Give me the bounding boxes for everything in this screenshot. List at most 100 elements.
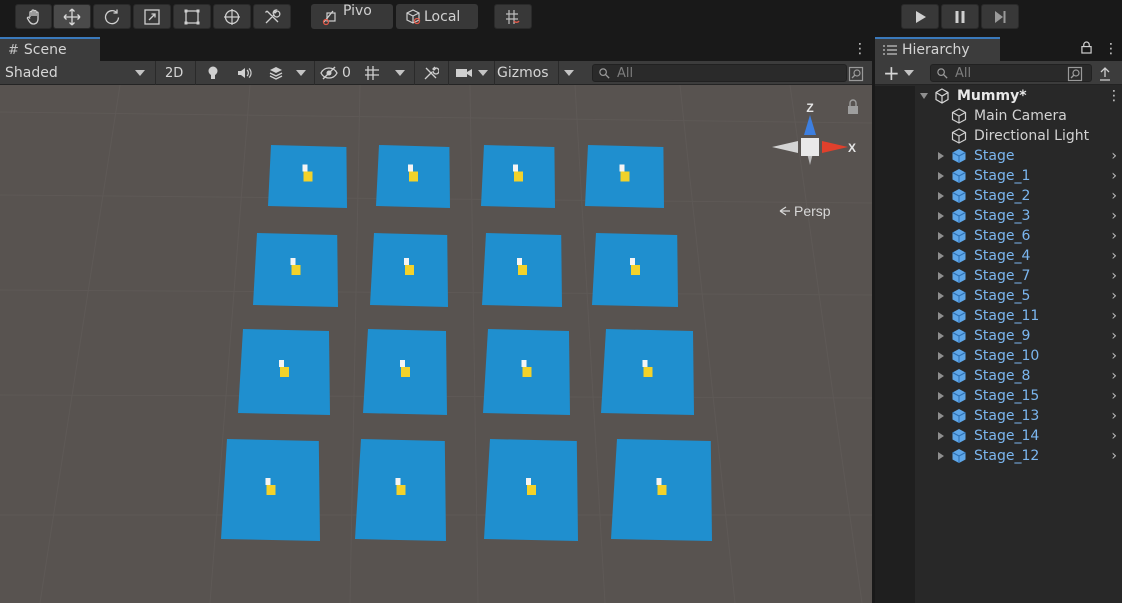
chevron-right-icon[interactable]: ›: [1111, 248, 1117, 264]
hierarchy-menu-icon[interactable]: ⋮: [1104, 42, 1118, 56]
mummy-figure[interactable]: [620, 171, 630, 182]
center-cube[interactable]: [801, 138, 819, 156]
mummy-figure[interactable]: [631, 265, 640, 275]
chevron-right-icon[interactable]: ›: [1111, 308, 1117, 324]
chevron-right-icon[interactable]: ›: [1111, 368, 1117, 384]
play-button[interactable]: [901, 4, 939, 29]
scene-viewport[interactable]: Z X Persp: [0, 85, 872, 603]
hierarchy-item[interactable]: Stage_8 ›: [875, 366, 1122, 386]
chevron-right-icon[interactable]: ›: [1111, 388, 1117, 404]
search-options-button[interactable]: [1067, 64, 1085, 84]
chevron-right-icon[interactable]: ›: [1111, 148, 1117, 164]
mummy-figure[interactable]: [291, 265, 301, 275]
mummy-figure[interactable]: [522, 367, 532, 377]
pivot-toggle[interactable]: Pivo: [311, 3, 393, 29]
fold-arrow-icon[interactable]: [938, 232, 944, 240]
chevron-right-icon[interactable]: ›: [1111, 208, 1117, 224]
scene-visibility-filter-button[interactable]: [1097, 64, 1115, 84]
hierarchy-item[interactable]: Stage_5 ›: [875, 286, 1122, 306]
projection-label[interactable]: Persp: [794, 203, 831, 219]
chevron-right-icon[interactable]: ›: [1111, 268, 1117, 284]
hierarchy-item[interactable]: Stage_3 ›: [875, 206, 1122, 226]
rect-tool-button[interactable]: [173, 4, 211, 29]
pause-button[interactable]: [941, 4, 979, 29]
hierarchy-item[interactable]: Stage_6 ›: [875, 226, 1122, 246]
fold-arrow-icon[interactable]: [920, 93, 928, 99]
hierarchy-item[interactable]: Stage_10 ›: [875, 346, 1122, 366]
camera-dropdown[interactable]: [455, 63, 491, 83]
fold-arrow-icon[interactable]: [938, 152, 944, 160]
effects-dropdown[interactable]: [296, 63, 308, 83]
lighting-toggle[interactable]: [205, 63, 223, 83]
fold-arrow-icon[interactable]: [938, 312, 944, 320]
chevron-right-icon[interactable]: ›: [1111, 328, 1117, 344]
fold-arrow-icon[interactable]: [938, 372, 944, 380]
grid-toggle[interactable]: [363, 63, 383, 83]
gizmos-dropdown[interactable]: [564, 63, 576, 83]
tools-toggle[interactable]: [423, 63, 441, 83]
hierarchy-item[interactable]: Stage_2 ›: [875, 186, 1122, 206]
mummy-figure[interactable]: [527, 485, 536, 495]
scene-options-icon[interactable]: ⋮: [1107, 89, 1121, 103]
scene-visibility-toggle[interactable]: 0: [320, 63, 356, 83]
fold-arrow-icon[interactable]: [938, 252, 944, 260]
mummy-figure[interactable]: [405, 265, 414, 275]
mummy-figure[interactable]: [280, 367, 289, 377]
snap-grid-button[interactable]: [494, 4, 532, 29]
mummy-figure[interactable]: [657, 485, 667, 495]
fold-arrow-icon[interactable]: [938, 172, 944, 180]
hierarchy-root-row[interactable]: Mummy* ⋮: [875, 86, 1122, 106]
hierarchy-item[interactable]: Stage_4 ›: [875, 246, 1122, 266]
x-axis-cone[interactable]: [822, 141, 848, 153]
fold-arrow-icon[interactable]: [938, 272, 944, 280]
shading-mode-dropdown[interactable]: Shaded: [5, 63, 150, 83]
lock-icon[interactable]: [848, 99, 858, 114]
tab-hierarchy[interactable]: Hierarchy: [875, 37, 1000, 61]
mummy-figure[interactable]: [409, 171, 418, 182]
search-options-button[interactable]: [848, 64, 866, 84]
z-axis-cone[interactable]: [804, 115, 816, 135]
mummy-figure[interactable]: [266, 485, 276, 495]
scene-search-input[interactable]: All: [592, 64, 847, 82]
fold-arrow-icon[interactable]: [938, 432, 944, 440]
mummy-figure[interactable]: [643, 367, 653, 377]
mummy-figure[interactable]: [401, 367, 410, 377]
custom-tool-button[interactable]: [253, 4, 291, 29]
hierarchy-item[interactable]: Stage_14 ›: [875, 426, 1122, 446]
chevron-right-icon[interactable]: ›: [1111, 428, 1117, 444]
hierarchy-item[interactable]: Stage_12 ›: [875, 446, 1122, 466]
chevron-right-icon[interactable]: ›: [1111, 448, 1117, 464]
mummy-figure[interactable]: [303, 171, 313, 182]
hierarchy-item[interactable]: Stage_11 ›: [875, 306, 1122, 326]
chevron-right-icon[interactable]: ›: [1111, 348, 1117, 364]
scene-canvas[interactable]: Z X Persp: [0, 85, 872, 603]
transform-tool-button[interactable]: [213, 4, 251, 29]
gizmos-button[interactable]: Gizmos: [497, 63, 557, 83]
chevron-right-icon[interactable]: ›: [1111, 408, 1117, 424]
scene-menu-icon[interactable]: ⋮: [853, 42, 867, 56]
hierarchy-item[interactable]: Stage_1 ›: [875, 166, 1122, 186]
2d-mode-toggle[interactable]: 2D: [165, 63, 187, 83]
step-button[interactable]: [981, 4, 1019, 29]
fold-arrow-icon[interactable]: [938, 292, 944, 300]
rotate-tool-button[interactable]: [93, 4, 131, 29]
mummy-figure[interactable]: [514, 171, 523, 182]
hierarchy-item[interactable]: Stage_13 ›: [875, 406, 1122, 426]
chevron-right-icon[interactable]: ›: [1111, 228, 1117, 244]
fold-arrow-icon[interactable]: [938, 392, 944, 400]
mummy-figure[interactable]: [396, 485, 406, 495]
chevron-right-icon[interactable]: ›: [1111, 188, 1117, 204]
grid-dropdown[interactable]: [395, 63, 407, 83]
fold-arrow-icon[interactable]: [938, 412, 944, 420]
fold-arrow-icon[interactable]: [938, 332, 944, 340]
effects-toggle[interactable]: [268, 63, 286, 83]
fold-arrow-icon[interactable]: [938, 192, 944, 200]
scale-tool-button[interactable]: [133, 4, 171, 29]
local-toggle[interactable]: Local: [396, 4, 478, 29]
chevron-right-icon[interactable]: ›: [1111, 168, 1117, 184]
x-negative-cone[interactable]: [772, 141, 798, 153]
hierarchy-item[interactable]: Stage ›: [875, 146, 1122, 166]
move-tool-button[interactable]: [53, 4, 91, 29]
hierarchy-item[interactable]: Directional Light: [875, 126, 1122, 146]
hierarchy-item[interactable]: Stage_7 ›: [875, 266, 1122, 286]
